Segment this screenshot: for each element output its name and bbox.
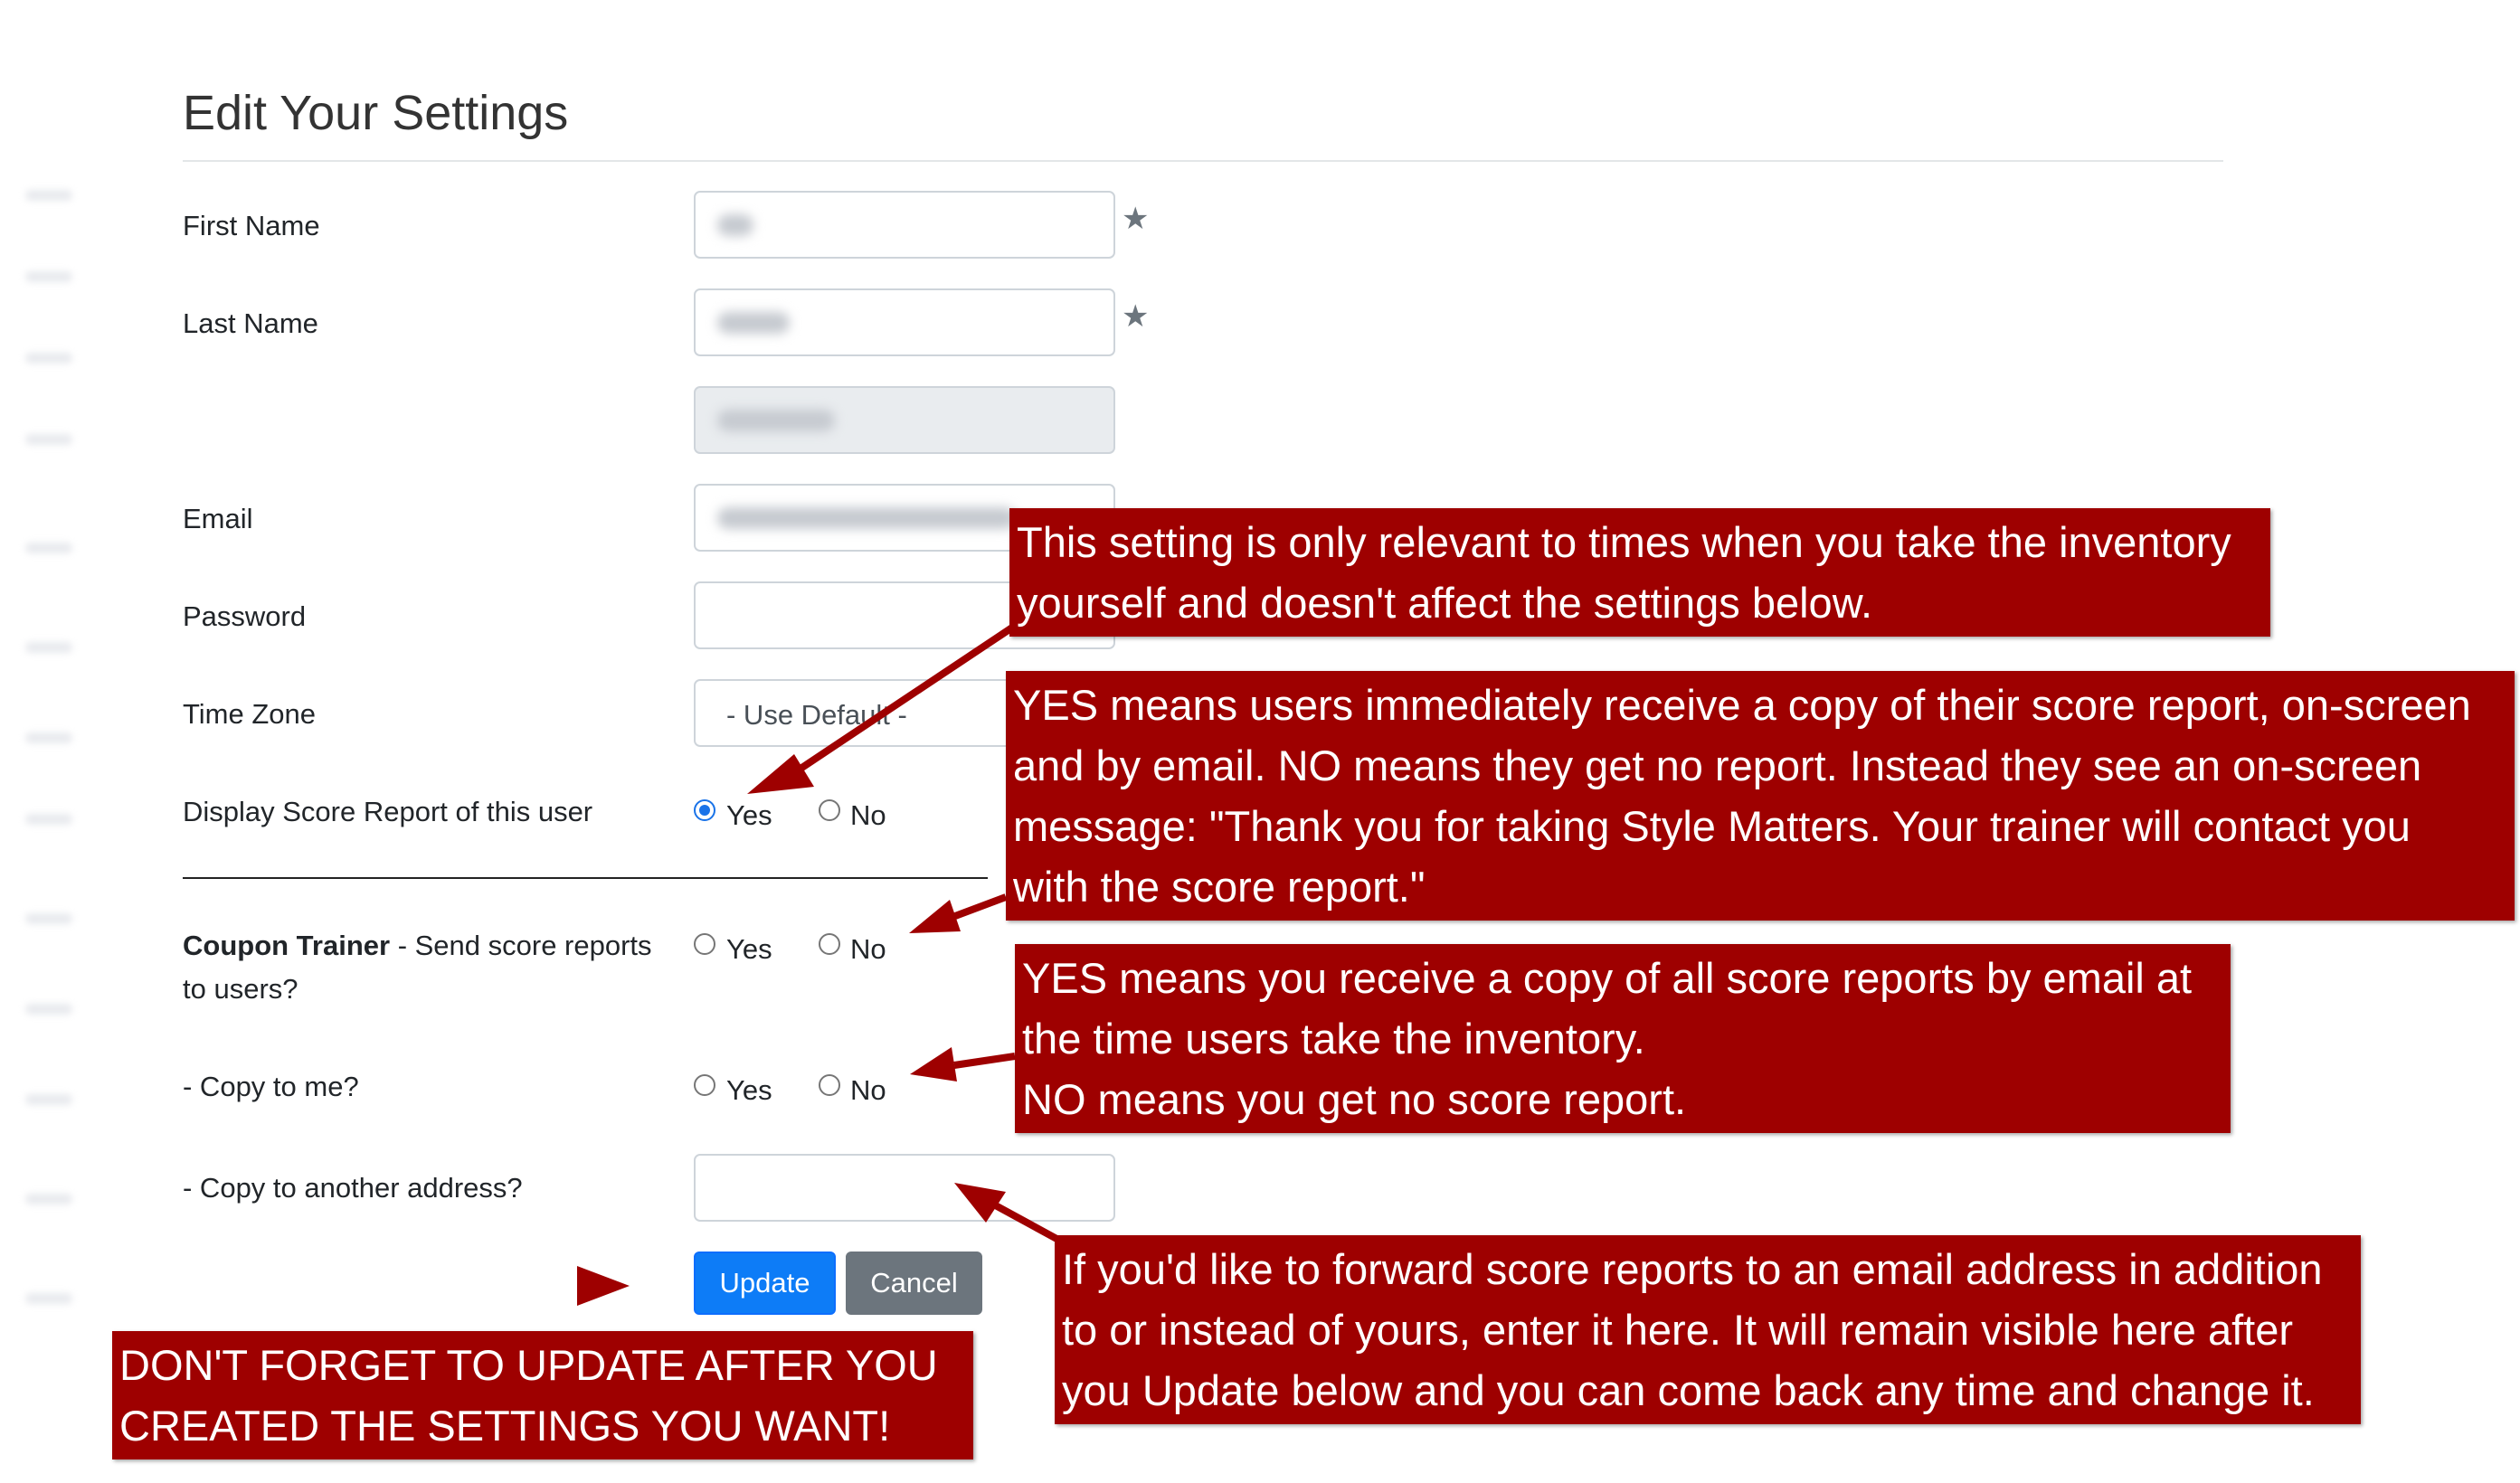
note-line: the time users take the inventory. bbox=[1022, 1015, 1645, 1063]
arrow-note1 bbox=[784, 620, 1020, 781]
note-line: and by email. NO means they get no repor… bbox=[1013, 742, 2422, 789]
arrow-note2 bbox=[946, 893, 1008, 922]
annotation-note-display-report: This setting is only relevant to times w… bbox=[1009, 508, 2270, 637]
note-line: NO means you get no score report. bbox=[1022, 1075, 1687, 1123]
annotation-note-copy-to-other: If you'd like to forward score reports t… bbox=[1055, 1235, 2361, 1424]
note-line: This setting is only relevant to times w… bbox=[1017, 518, 2231, 566]
arrowhead-note1 bbox=[747, 754, 814, 794]
arrowhead-note4 bbox=[954, 1183, 1006, 1223]
arrowhead-note2 bbox=[909, 900, 961, 933]
note-line: message: "Thank you for taking Style Mat… bbox=[1013, 802, 2411, 850]
note-line: DON'T FORGET TO UPDATE AFTER YOU bbox=[119, 1341, 938, 1389]
annotation-note-update-reminder: DON'T FORGET TO UPDATE AFTER YOU CREATED… bbox=[112, 1331, 973, 1459]
note-line: If you'd like to forward score reports t… bbox=[1062, 1245, 2323, 1293]
arrow-note4 bbox=[989, 1199, 1062, 1244]
note-line: YES means users immediately receive a co… bbox=[1013, 681, 2471, 729]
annotation-note-copy-to-me: YES means you receive a copy of all scor… bbox=[1015, 944, 2231, 1133]
arrowhead-note3 bbox=[910, 1047, 957, 1082]
arrow-note3 bbox=[953, 1053, 1016, 1069]
note-line: to or instead of yours, enter it here. I… bbox=[1062, 1306, 2294, 1354]
note-line: you Update below and you can come back a… bbox=[1062, 1366, 2315, 1414]
annotation-note-coupon-trainer: YES means users immediately receive a co… bbox=[1006, 671, 2515, 921]
note-line: YES means you receive a copy of all scor… bbox=[1022, 954, 2193, 1002]
note-line: yourself and doesn't affect the settings… bbox=[1017, 579, 1873, 627]
note-line: with the score report." bbox=[1013, 863, 1426, 911]
arrow-update-pointer bbox=[577, 1266, 630, 1306]
note-line: CREATED THE SETTINGS YOU WANT! bbox=[119, 1402, 891, 1450]
